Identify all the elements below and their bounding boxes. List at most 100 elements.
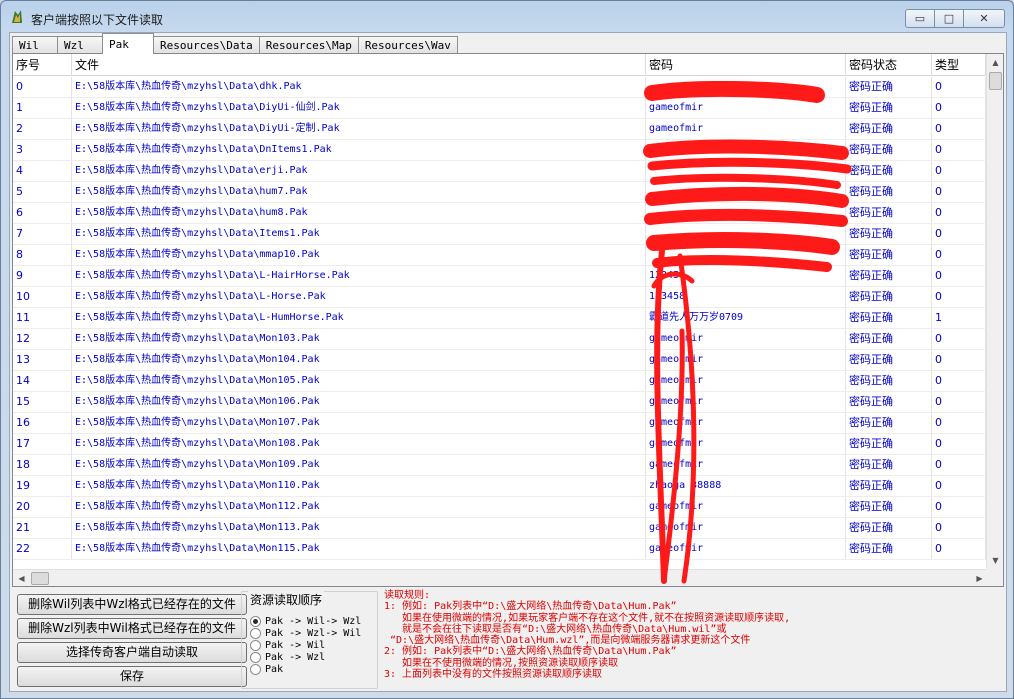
scroll-left-icon[interactable]: ◀: [13, 570, 30, 586]
rules-line: 如果在不使用微端的情况,按照资源读取顺序读取: [384, 657, 619, 669]
header-file[interactable]: 文件: [72, 54, 646, 76]
header-type[interactable]: 类型: [932, 54, 986, 76]
scroll-up-icon[interactable]: ▲: [987, 54, 1003, 71]
row-password: zhaoga 38888: [646, 476, 846, 496]
row-password-status: 密码正确: [846, 518, 932, 538]
tab-resources-wav[interactable]: Resources\Wav: [357, 36, 458, 54]
window-title: 客户端按照以下文件读取: [31, 13, 164, 27]
row-password-status: 密码正确: [846, 119, 932, 139]
row-index: 20: [13, 497, 72, 517]
table-row[interactable]: 16 E:\58版本库\热血传奇\mzyhsl\Data\Mon107.Pak ga…: [13, 413, 986, 434]
header-password-status[interactable]: 密码状态: [846, 54, 932, 76]
table-row[interactable]: 1 E:\58版本库\热血传奇\mzyhsl\Data\DiyUi-仙剑.Pak g…: [13, 98, 986, 119]
radio-option-2[interactable]: Pak -> Wzl-> Wil: [250, 627, 361, 639]
row-index: 8: [13, 245, 72, 265]
save-button[interactable]: 保存: [17, 666, 247, 687]
row-password: 霸道先人万万岁0709: [646, 308, 846, 328]
row-file-path: E:\58版本库\热血传奇\mzyhsl\Data\Mon110.Pak: [72, 476, 646, 496]
row-password: gameofmir: [646, 434, 846, 454]
radio-icon[interactable]: [250, 651, 261, 663]
row-index: 21: [13, 518, 72, 538]
row-password: gameofmir: [646, 455, 846, 475]
header-password[interactable]: 密码: [646, 54, 846, 76]
tab-resources-map[interactable]: Resources\Map: [258, 36, 359, 54]
radio-icon[interactable]: [250, 663, 261, 675]
table-row[interactable]: 17 E:\58版本库\热血传奇\mzyhsl\Data\Mon108.Pak ga…: [13, 434, 986, 455]
client-area: Wil Wzl Pak Resources\Data Resources\Map…: [9, 32, 1007, 692]
row-file-path: E:\58版本库\热血传奇\mzyhsl\Data\DiyUi-定制.Pak: [72, 119, 646, 139]
row-password: gameofmir: [646, 350, 846, 370]
table-row[interactable]: 18 E:\58版本库\热血传奇\mzyhsl\Data\Mon109.Pak ga…: [13, 455, 986, 476]
row-password-status: 密码正确: [846, 161, 932, 181]
close-button[interactable]: ✕: [963, 9, 1005, 28]
row-password: gameofmir: [646, 518, 846, 538]
radio-icon[interactable]: [250, 627, 261, 639]
horizontal-scroll-thumb[interactable]: [31, 572, 49, 585]
radio-selected-icon[interactable]: [250, 615, 261, 627]
row-file-path: E:\58版本库\热血传奇\mzyhsl\Data\erji.Pak: [72, 161, 646, 181]
row-password: [646, 140, 846, 160]
table-row[interactable]: 21 E:\58版本库\热血传奇\mzyhsl\Data\Mon113.Pak ga…: [13, 518, 986, 539]
table-row[interactable]: 0 E:\58版本库\热血传奇\mzyhsl\Data\dhk.Pak 密码正确 0: [13, 77, 986, 98]
table-row[interactable]: 6 E:\58版本库\热血传奇\mzyhsl\Data\hum8.Pak 密码正确 0: [13, 203, 986, 224]
radio-option-1[interactable]: Pak -> Wil-> Wzl: [250, 615, 361, 627]
radio-option-3[interactable]: Pak -> Wil: [250, 639, 325, 651]
row-password-status: 密码正确: [846, 350, 932, 370]
radio-option-5[interactable]: Pak: [250, 663, 283, 675]
auto-read-client-button[interactable]: 选择传奇客户端自动读取: [17, 642, 247, 663]
scrollbar-corner: [986, 569, 1003, 586]
table-row[interactable]: 8 E:\58版本库\热血传奇\mzyhsl\Data\mmap10.Pak 密码正…: [13, 245, 986, 266]
tab-wil[interactable]: Wil: [12, 36, 58, 54]
row-type: 0: [932, 119, 986, 139]
delete-wzl-duplicates-button[interactable]: 删除Wzl列表中Wil格式已经存在的文件: [17, 618, 247, 639]
radio-icon[interactable]: [250, 639, 261, 651]
row-file-path: E:\58版本库\热血传奇\mzyhsl\Data\DiyUi-仙剑.Pak: [72, 98, 646, 118]
radio-option-4[interactable]: Pak -> Wzl: [250, 651, 325, 663]
delete-wil-duplicates-button[interactable]: 删除Wil列表中Wzl格式已经存在的文件: [17, 594, 247, 615]
title-bar[interactable]: 客户端按照以下文件读取 ▭ □ ✕: [1, 1, 1013, 31]
table-row[interactable]: 7 E:\58版本库\热血传奇\mzyhsl\Data\Items1.Pak 密码正…: [13, 224, 986, 245]
table-row[interactable]: 5 E:\58版本库\热血传奇\mzyhsl\Data\hum7.Pak 密码正确 0: [13, 182, 986, 203]
row-type: 0: [932, 98, 986, 118]
table-row[interactable]: 4 E:\58版本库\热血传奇\mzyhsl\Data\erji.Pak 密码正确 0: [13, 161, 986, 182]
row-type: 0: [932, 77, 986, 97]
file-list[interactable]: 序号 文件 密码 密码状态 类型 0 E:\58版本库\热血传奇\mzyhsl\D…: [12, 53, 1004, 587]
table-row[interactable]: 9 E:\58版本库\热血传奇\mzyhsl\Data\L-HairHorse.P…: [13, 266, 986, 287]
row-index: 7: [13, 224, 72, 244]
table-row[interactable]: 12 E:\58版本库\热血传奇\mzyhsl\Data\Mon103.Pak ga…: [13, 329, 986, 350]
app-window: 客户端按照以下文件读取 ▭ □ ✕ Wil Wzl Pak Resources\…: [0, 0, 1014, 699]
table-row[interactable]: 3 E:\58版本库\热血传奇\mzyhsl\Data\DnItems1.Pak 密…: [13, 140, 986, 161]
row-index: 18: [13, 455, 72, 475]
vertical-scrollbar[interactable]: ▲ ▼: [986, 54, 1003, 569]
vertical-scroll-thumb[interactable]: [989, 72, 1002, 90]
row-index: 3: [13, 140, 72, 160]
table-row[interactable]: 22 E:\58版本库\热血传奇\mzyhsl\Data\Mon115.Pak ga…: [13, 539, 986, 560]
row-password-status: 密码正确: [846, 98, 932, 118]
row-index: 6: [13, 203, 72, 223]
table-row[interactable]: 11 E:\58版本库\热血传奇\mzyhsl\Data\L-HumHorse.P…: [13, 308, 986, 329]
table-row[interactable]: 10 E:\58版本库\热血传奇\mzyhsl\Data\L-Horse.Pak 1…: [13, 287, 986, 308]
row-index: 4: [13, 161, 72, 181]
row-password-status: 密码正确: [846, 455, 932, 475]
row-index: 2: [13, 119, 72, 139]
minimize-button[interactable]: ▭: [905, 9, 935, 28]
table-row[interactable]: 14 E:\58版本库\热血传奇\mzyhsl\Data\Mon105.Pak ga…: [13, 371, 986, 392]
tab-resources-data[interactable]: Resources\Data: [153, 36, 260, 54]
row-password-status: 密码正确: [846, 434, 932, 454]
scroll-down-icon[interactable]: ▼: [987, 552, 1003, 569]
maximize-button[interactable]: □: [934, 9, 964, 28]
horizontal-scrollbar[interactable]: ◀ ▶: [13, 569, 988, 586]
table-row[interactable]: 20 E:\58版本库\热血传奇\mzyhsl\Data\Mon112.Pak ga…: [13, 497, 986, 518]
row-password-status: 密码正确: [846, 476, 932, 496]
row-password: gameofmir: [646, 539, 846, 559]
row-index: 13: [13, 350, 72, 370]
tab-pak[interactable]: Pak: [102, 33, 154, 54]
table-row[interactable]: 2 E:\58版本库\热血传奇\mzyhsl\Data\DiyUi-定制.Pak g…: [13, 119, 986, 140]
header-index[interactable]: 序号: [13, 54, 72, 76]
table-row[interactable]: 15 E:\58版本库\热血传奇\mzyhsl\Data\Mon106.Pak ga…: [13, 392, 986, 413]
tab-wzl[interactable]: Wzl: [57, 36, 103, 54]
row-index: 15: [13, 392, 72, 412]
table-row[interactable]: 13 E:\58版本库\热血传奇\mzyhsl\Data\Mon104.Pak ga…: [13, 350, 986, 371]
row-file-path: E:\58版本库\热血传奇\mzyhsl\Data\hum7.Pak: [72, 182, 646, 202]
table-row[interactable]: 19 E:\58版本库\热血传奇\mzyhsl\Data\Mon110.Pak zh…: [13, 476, 986, 497]
